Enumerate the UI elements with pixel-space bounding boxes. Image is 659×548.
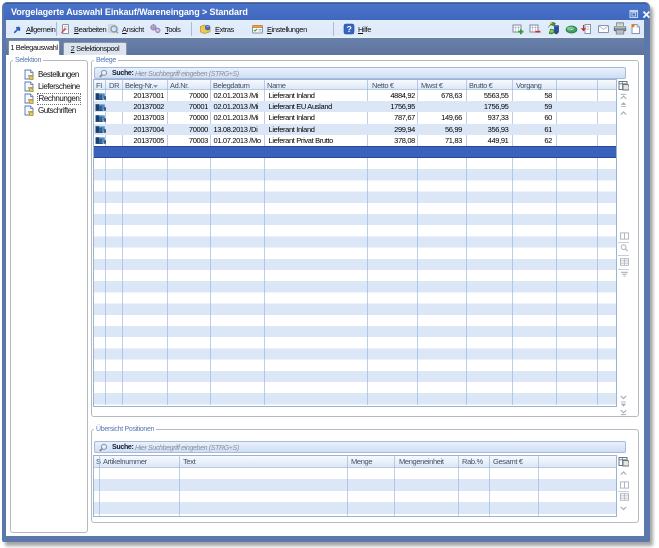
svg-text:?: ? <box>347 24 352 34</box>
